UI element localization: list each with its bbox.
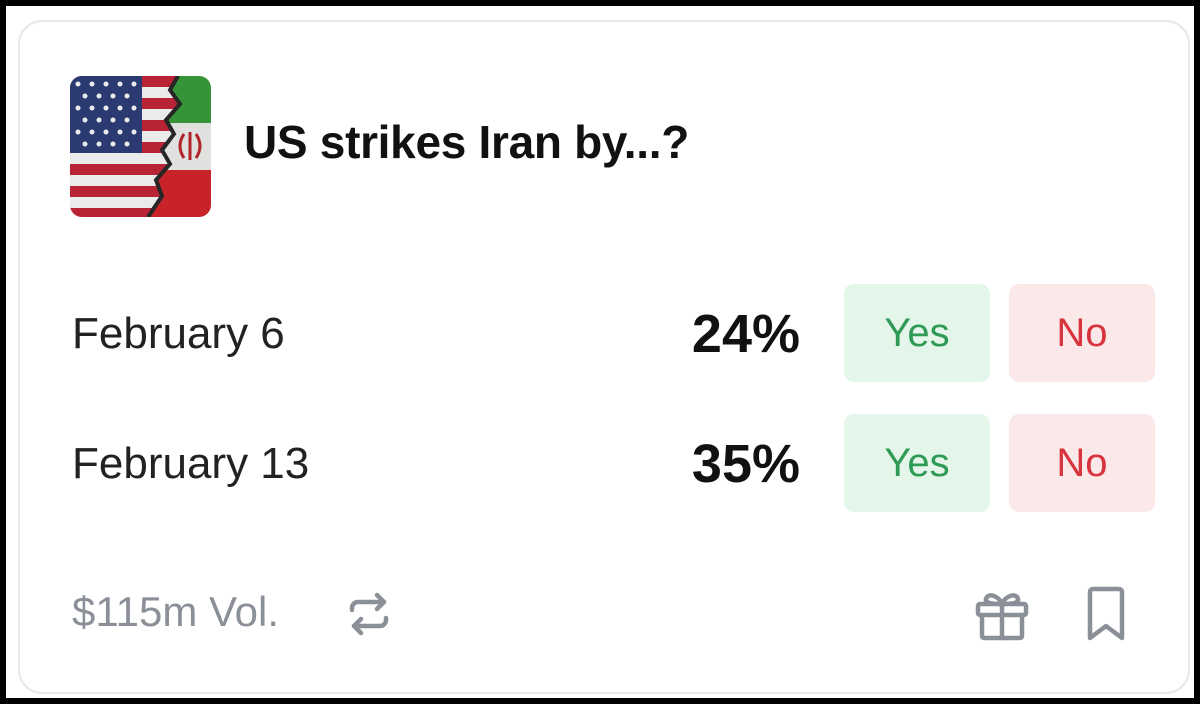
yes-button[interactable]: Yes: [844, 414, 990, 512]
gift-icon[interactable]: [974, 586, 1030, 642]
screenshot-frame: US strikes Iran by...? February 6 24% Ye…: [0, 0, 1200, 704]
yes-button[interactable]: Yes: [844, 284, 990, 382]
no-button[interactable]: No: [1009, 414, 1155, 512]
outcome-label: February 6: [72, 309, 285, 358]
no-button[interactable]: No: [1009, 284, 1155, 382]
us-iran-flags-icon[interactable]: [70, 76, 211, 217]
market-title[interactable]: US strikes Iran by...?: [244, 114, 689, 170]
outcome-probability: 24%: [691, 304, 800, 364]
volume-label: $115m Vol.: [72, 588, 280, 635]
outcome-label: February 13: [72, 439, 310, 488]
repeat-icon[interactable]: [346, 592, 392, 636]
outcome-probability: 35%: [691, 434, 800, 494]
bookmark-icon[interactable]: [1086, 586, 1126, 642]
